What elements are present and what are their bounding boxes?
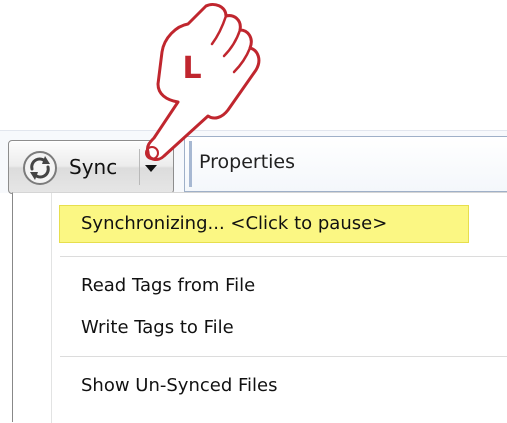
menu-item-synchronizing[interactable]: Synchronizing... <Click to pause> xyxy=(81,213,387,234)
menu-item-read-tags[interactable]: Read Tags from File xyxy=(81,275,255,296)
sync-icon xyxy=(23,151,57,185)
menu-item-show-unsynced[interactable]: Show Un-Synced Files xyxy=(81,375,277,396)
menu-item-write-tags[interactable]: Write Tags to File xyxy=(81,317,234,338)
sync-button-label: Sync xyxy=(69,155,118,179)
menu-separator xyxy=(60,256,507,257)
sync-dropdown-menu: Synchronizing... <Click to pause> Read T… xyxy=(12,192,507,423)
menu-icon-gutter xyxy=(51,193,52,423)
hand-pointer-icon: L xyxy=(145,2,261,161)
menu-separator xyxy=(60,356,507,357)
app-window: Sync Properties Synchronizing... <Click … xyxy=(0,0,507,423)
cursor-badge-letter: L xyxy=(182,51,201,86)
